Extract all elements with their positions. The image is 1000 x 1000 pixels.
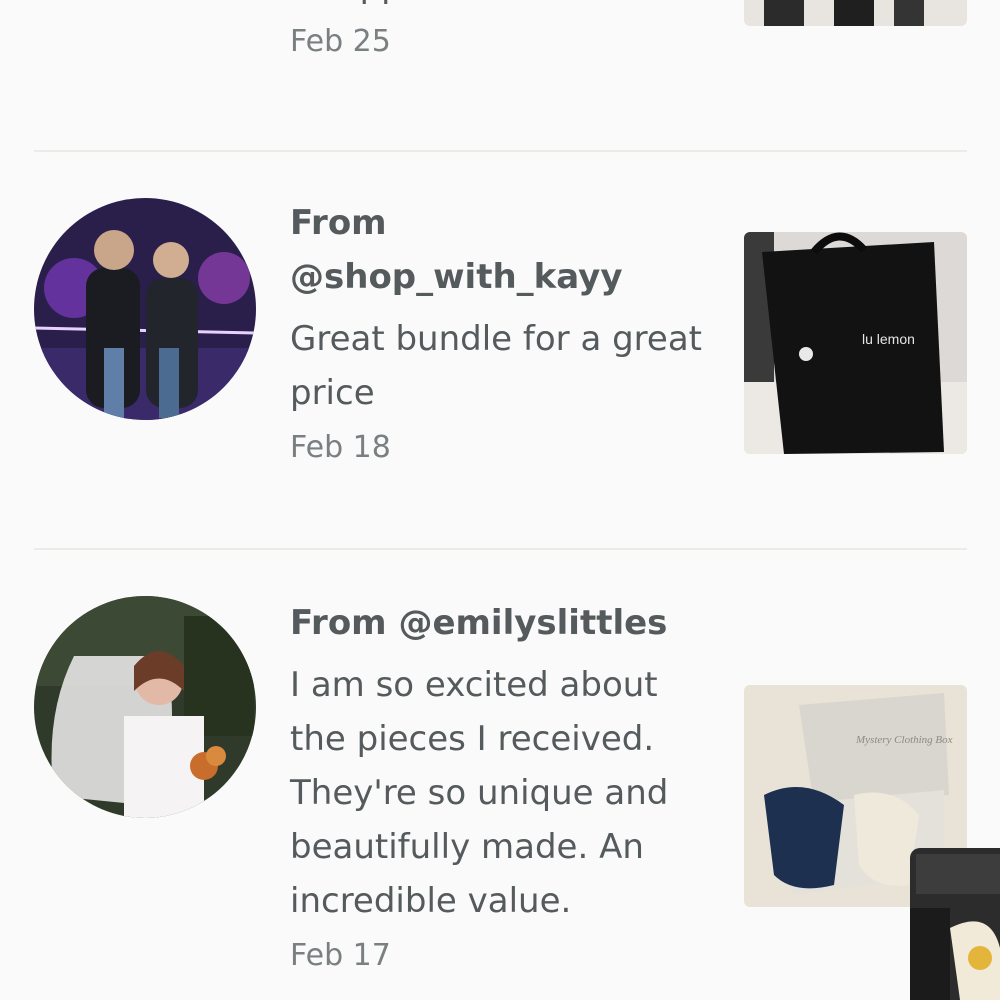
floating-card[interactable]	[910, 848, 1000, 1000]
divider	[34, 150, 967, 152]
reviewer-handle[interactable]: From @shop_with_kayy	[290, 196, 720, 304]
review-thumbnail[interactable]	[744, 0, 967, 26]
review-feed: disappoint Feb 25	[0, 0, 1000, 1000]
review-thumbnail[interactable]: lu lemon	[744, 232, 967, 454]
tote-bag-logo-text: lu lemon	[862, 331, 915, 347]
reviewer-avatar[interactable]	[34, 198, 256, 420]
product-photo-icon	[744, 0, 967, 26]
reviewer-handle[interactable]: From @emilyslittles	[290, 596, 720, 650]
bride-photo-avatar	[34, 596, 256, 818]
review-date: Feb 17	[290, 938, 391, 973]
review-date: Feb 18	[290, 430, 391, 465]
reviewer-avatar[interactable]	[34, 596, 256, 818]
divider	[34, 548, 967, 550]
lululemon-tote-bag-photo: lu lemon	[744, 232, 967, 454]
couple-photo-avatar	[34, 198, 256, 420]
review-comment: Great bundle for a great price	[290, 319, 703, 413]
review-comment: disappoint	[290, 0, 720, 10]
review-date: Feb 25	[290, 24, 391, 59]
review-comment: I am so excited about the pieces I recei…	[290, 665, 669, 921]
mystery-box-lid-text: Mystery Clothing Box	[855, 734, 953, 746]
promo-card-icon	[910, 848, 1000, 1000]
